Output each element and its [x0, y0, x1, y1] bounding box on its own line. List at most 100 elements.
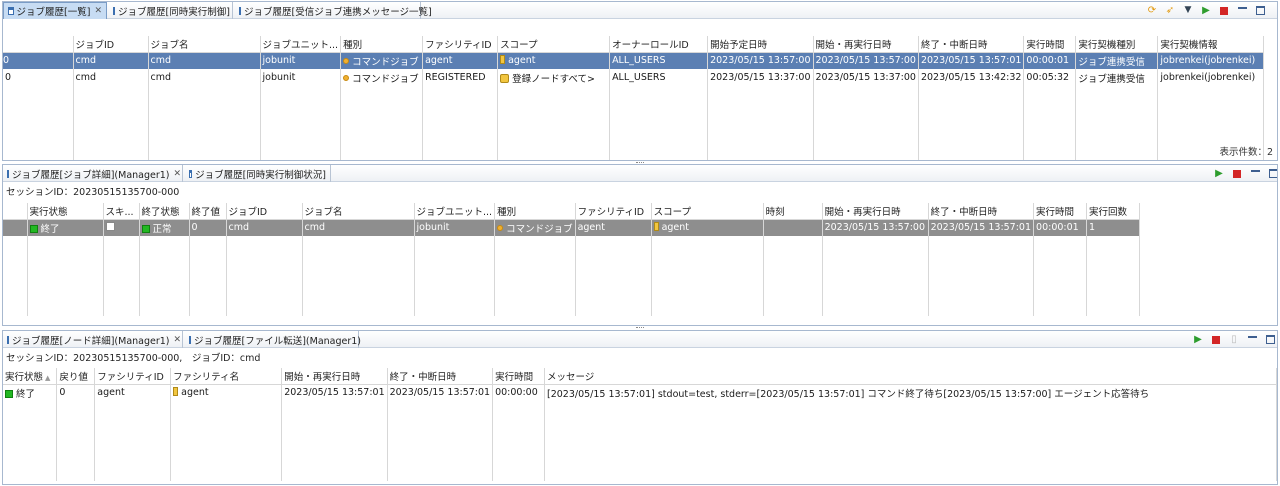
column-header[interactable]: 終了状態	[139, 203, 190, 220]
run-icon[interactable]: ▶	[1200, 5, 1212, 17]
cell-trigger-info: jobrenkei(jobrenkei)	[1157, 52, 1265, 69]
table-row[interactable]: 終了 正常 0 cmd cmd jobunit コマンドジョブ agent ag…	[3, 219, 1141, 236]
column-header[interactable]: 終了・中断日時	[918, 36, 1025, 53]
column-header[interactable]: 実行契機情報	[1157, 36, 1265, 53]
column-header[interactable]: スコープ	[497, 36, 611, 53]
rocket-icon[interactable]: ➶	[1164, 5, 1176, 17]
maximize-icon[interactable]	[1255, 6, 1265, 15]
stop-icon[interactable]	[1233, 169, 1241, 178]
column-header[interactable]: ジョブ名	[148, 36, 261, 53]
minimize-icon[interactable]	[1247, 336, 1257, 345]
checkbox-icon[interactable]	[105, 222, 115, 232]
table-row[interactable]: 0 cmd cmd jobunit コマンドジョブ agent agent AL…	[3, 52, 1265, 69]
node-detail-toolbar: ▶ ▯	[1192, 333, 1276, 346]
cell-type: コマンドジョブ	[494, 219, 576, 236]
status-green-icon	[29, 224, 38, 233]
column-header[interactable]: 種別	[494, 203, 576, 220]
cell-duration: 00:05:32	[1023, 69, 1077, 86]
cell-skip	[103, 219, 140, 236]
cell-start: 2023/05/15 13:57:01	[281, 384, 388, 401]
node-group-icon	[500, 73, 510, 83]
cell-duration: 00:00:01	[1023, 52, 1077, 69]
status-label: 終了	[40, 223, 60, 235]
column-header[interactable]: 戻り値	[56, 368, 96, 385]
run-icon[interactable]: ▶	[1213, 168, 1225, 180]
table-filler	[3, 236, 1141, 316]
cell-message: [2023/05/15 13:57:01] stdout=test, stder…	[544, 384, 1277, 401]
cell-end: 2023/05/15 13:57:01	[928, 219, 1035, 236]
cell-jobunit: jobunit	[260, 69, 342, 86]
column-header[interactable]: ファシリティID	[422, 36, 499, 53]
refresh-icon[interactable]: ⟳	[1146, 5, 1158, 17]
column-header[interactable]: ファシリティID	[94, 368, 172, 385]
column-header[interactable]: ジョブ名	[302, 203, 415, 220]
minimize-icon[interactable]	[1250, 170, 1260, 179]
column-header[interactable]: 開始予定日時	[707, 36, 814, 53]
document-icon[interactable]: ▯	[1228, 334, 1240, 346]
tab-job-history-concurrency[interactable]: ジョブ履歴[同時実行制御]	[109, 2, 233, 19]
minimize-icon[interactable]	[1237, 7, 1247, 16]
column-header[interactable]: メッセージ	[544, 368, 1277, 385]
close-icon[interactable]: ✕	[174, 169, 182, 179]
session-info: セッションID：20230515135700-000	[6, 187, 180, 198]
cell-job-name: cmd	[148, 69, 261, 86]
end-status-label: 正常	[152, 223, 172, 235]
tab-job-history-received-messages[interactable]: ジョブ履歴[受信ジョブ連携メッセージ一覧]	[235, 2, 432, 19]
record-count: 表示件数：2	[1219, 147, 1273, 158]
maximize-icon[interactable]	[1268, 169, 1277, 178]
cell-scope: agent	[651, 219, 764, 236]
column-header[interactable]: 実行時間	[1033, 203, 1088, 220]
type-label: コマンドジョブ	[506, 223, 573, 235]
column-header[interactable]: 時刻	[763, 203, 823, 220]
column-header[interactable]: 実行時間	[492, 368, 545, 385]
scope-label: agent	[661, 222, 690, 234]
filter-icon[interactable]: ▼	[1182, 5, 1194, 17]
cell-start: 2023/05/15 13:37:00	[813, 69, 919, 86]
column-header[interactable]: 終了値	[189, 203, 227, 220]
maximize-icon[interactable]	[1265, 335, 1275, 344]
table-row[interactable]: 0 cmd cmd jobunit コマンドジョブ REGISTERED 登録ノ…	[3, 69, 1265, 86]
column-header[interactable]	[3, 36, 74, 53]
column-header[interactable]: 実行状態	[27, 203, 104, 220]
column-header[interactable]: 実行契機種別	[1075, 36, 1159, 53]
cell-job-id: cmd	[73, 69, 149, 86]
node-detail-tabbar: ジョブ履歴[ノード詳細](Manager1) ✕ ジョブ履歴[ファイル転送](M…	[3, 331, 1277, 348]
column-header[interactable]: オーナーロールID	[609, 36, 709, 53]
column-header[interactable]: 種別	[340, 36, 424, 53]
sash-handle[interactable]	[636, 327, 644, 329]
column-header[interactable]: 実行状態 ▲	[3, 368, 58, 385]
tab-file-transfer[interactable]: ジョブ履歴[ファイル転送](Manager1)	[185, 331, 362, 348]
column-header[interactable]: 実行回数	[1086, 203, 1141, 220]
close-icon[interactable]: ✕	[94, 6, 102, 16]
column-header[interactable]: ジョブユニット...	[260, 36, 342, 53]
column-header[interactable]: 開始・再実行日時	[813, 36, 919, 53]
run-icon[interactable]: ▶	[1192, 334, 1204, 346]
close-icon[interactable]: ✕	[174, 335, 182, 345]
column-header[interactable]: 開始・再実行日時	[281, 368, 388, 385]
table-row[interactable]: 終了 0 agent agent 2023/05/15 13:57:01 202…	[3, 384, 1277, 401]
cell-start: 2023/05/15 13:57:00	[822, 219, 929, 236]
column-header[interactable]: ジョブユニット...	[414, 203, 496, 220]
stop-icon[interactable]	[1220, 6, 1228, 15]
column-header[interactable]: スコープ	[651, 203, 764, 220]
stop-icon[interactable]	[1212, 335, 1220, 344]
cell-return-value: 0	[56, 384, 96, 401]
node-icon	[173, 387, 179, 397]
tab-node-detail[interactable]: ジョブ履歴[ノード詳細](Manager1) ✕	[3, 331, 183, 348]
tab-job-detail[interactable]: ジョブ履歴[ジョブ詳細](Manager1) ✕	[3, 165, 183, 182]
column-header[interactable]: 実行時間	[1023, 36, 1077, 53]
tab-concurrency-status[interactable]: ジョブ履歴[同時実行制御状況]	[185, 165, 331, 182]
tab-label: ジョブ履歴[一覧]	[16, 7, 91, 18]
column-header[interactable]: 開始・再実行日時	[822, 203, 929, 220]
column-header[interactable]: ジョブID	[226, 203, 303, 220]
column-header[interactable]: 終了・中断日時	[387, 368, 494, 385]
column-header[interactable]: 終了・中断日時	[928, 203, 1035, 220]
column-header[interactable]: ファシリティID	[575, 203, 652, 220]
column-header[interactable]: ジョブID	[73, 36, 149, 53]
column-header[interactable]: ファシリティ名	[170, 368, 283, 385]
cell-end: 2023/05/15 13:57:01	[918, 52, 1025, 69]
cell-owner: ALL_USERS	[609, 52, 709, 69]
tab-label: ジョブ履歴[ファイル転送](Manager1)	[194, 335, 362, 347]
column-header[interactable]: スキ...	[103, 203, 140, 220]
tab-job-history-list[interactable]: ジョブ履歴[一覧] ✕	[3, 2, 107, 19]
